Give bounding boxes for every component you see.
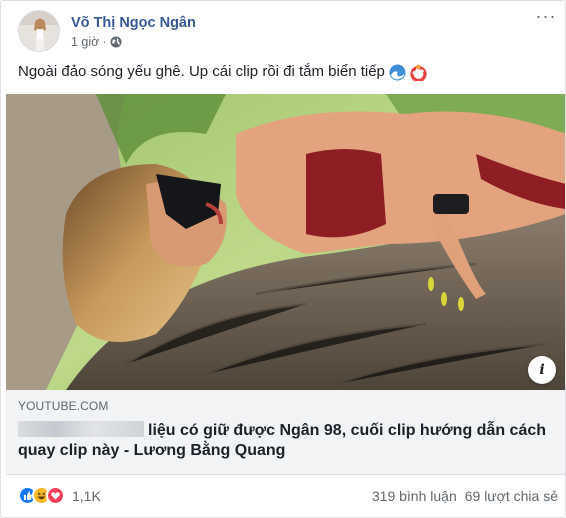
link-domain: YOUTUBE.COM xyxy=(18,399,109,413)
post-meta: 1 giờ · xyxy=(71,35,122,49)
swim-ring-emoji xyxy=(410,64,427,82)
info-icon[interactable]: i xyxy=(528,356,556,384)
reaction-count: 1,1K xyxy=(72,487,101,504)
wave-emoji xyxy=(389,64,406,81)
author-name[interactable]: Võ Thị Ngọc Ngân xyxy=(71,15,196,31)
link-preview-image[interactable]: i xyxy=(6,94,565,390)
link-preview[interactable]: YOUTUBE.COM liệu có giữ được Ngân 98, cu… xyxy=(6,390,565,475)
more-options-icon[interactable]: ··· xyxy=(534,7,558,30)
post-timestamp[interactable]: 1 giờ xyxy=(71,35,99,49)
link-title-wrap: liệu có giữ được Ngân 98, cuối clip hướn… xyxy=(18,421,548,461)
facebook-post: Võ Thị Ngọc Ngân 1 giờ · ··· Ngoài đảo s… xyxy=(0,0,566,518)
shares-count[interactable]: 69 lượt chia sẻ xyxy=(465,488,558,504)
caption-text: Ngoài đảo sóng yếu ghê. Up cái clip rồi … xyxy=(18,63,385,80)
comments-count[interactable]: 319 bình luận xyxy=(372,488,457,504)
love-reaction-icon xyxy=(46,486,65,505)
avatar-image xyxy=(19,11,59,51)
globe-icon[interactable] xyxy=(110,36,122,48)
post-header: Võ Thị Ngọc Ngân 1 giờ · ··· xyxy=(18,7,558,56)
author-avatar[interactable] xyxy=(18,10,60,52)
post-caption: Ngoài đảo sóng yếu ghê. Up cái clip rồi … xyxy=(18,62,427,82)
post-footer: 1,1K 319 bình luận 69 lượt chia sẻ xyxy=(18,485,558,509)
blurred-text xyxy=(18,421,144,437)
reactions-summary[interactable]: 1,1K xyxy=(18,486,101,505)
engagement-stats: 319 bình luận 69 lượt chia sẻ xyxy=(372,488,558,504)
